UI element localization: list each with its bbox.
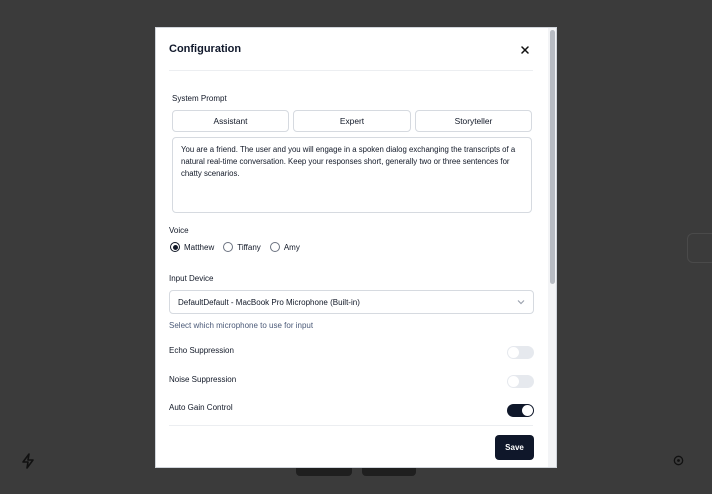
close-icon — [521, 46, 529, 54]
radio-checked-icon — [170, 242, 180, 252]
input-device-label: Input Device — [169, 274, 214, 283]
configuration-dialog: Configuration System Prompt Assistant Ex… — [155, 27, 557, 468]
bolt-icon[interactable] — [20, 453, 36, 469]
toggle-knob — [508, 376, 519, 387]
auto-gain-control-toggle[interactable] — [507, 404, 534, 417]
echo-suppression-toggle[interactable] — [507, 346, 534, 359]
close-button[interactable] — [517, 42, 533, 58]
preset-storyteller-button[interactable]: Storyteller — [415, 110, 532, 132]
scrollbar-thumb[interactable] — [550, 30, 555, 284]
input-device-select[interactable]: DefaultDefault - MacBook Pro Microphone … — [169, 290, 534, 314]
noise-suppression-toggle[interactable] — [507, 375, 534, 388]
preset-expert-button[interactable]: Expert — [293, 110, 411, 132]
voice-label: Voice — [169, 226, 189, 235]
voice-option-label: Amy — [283, 242, 300, 252]
voice-radio-group: Matthew Tiffany Amy — [170, 241, 309, 253]
toggle-knob — [522, 405, 533, 416]
scrollbar-track[interactable] — [548, 28, 556, 467]
echo-suppression-label: Echo Suppression — [169, 346, 234, 355]
voice-option-tiffany[interactable]: Tiffany — [223, 242, 261, 252]
toggle-knob — [508, 347, 519, 358]
dialog-title: Configuration — [169, 43, 242, 55]
footer-divider — [169, 425, 533, 426]
save-button[interactable]: Save — [495, 435, 534, 460]
chevron-down-icon — [517, 300, 525, 305]
system-prompt-label: System Prompt — [172, 94, 227, 103]
input-device-hint: Select which microphone to use for input — [169, 321, 314, 330]
system-prompt-textarea[interactable]: You are a friend. The user and you will … — [172, 137, 532, 213]
preset-assistant-button[interactable]: Assistant — [172, 110, 289, 132]
voice-option-amy[interactable]: Amy — [269, 242, 300, 252]
input-device-value: DefaultDefault - MacBook Pro Microphone … — [178, 297, 360, 307]
radio-unchecked-icon — [223, 242, 234, 252]
auto-gain-control-label: Auto Gain Control — [169, 403, 233, 412]
voice-option-label: Tiffany — [237, 242, 261, 252]
dialog-header: Configuration — [169, 28, 533, 71]
side-panel-handle[interactable] — [687, 233, 712, 263]
noise-suppression-label: Noise Suppression — [169, 375, 237, 384]
gear-icon[interactable] — [672, 454, 685, 467]
voice-option-matthew[interactable]: Matthew — [170, 242, 214, 252]
voice-option-label: Matthew — [184, 242, 215, 252]
radio-unchecked-icon — [269, 242, 280, 252]
